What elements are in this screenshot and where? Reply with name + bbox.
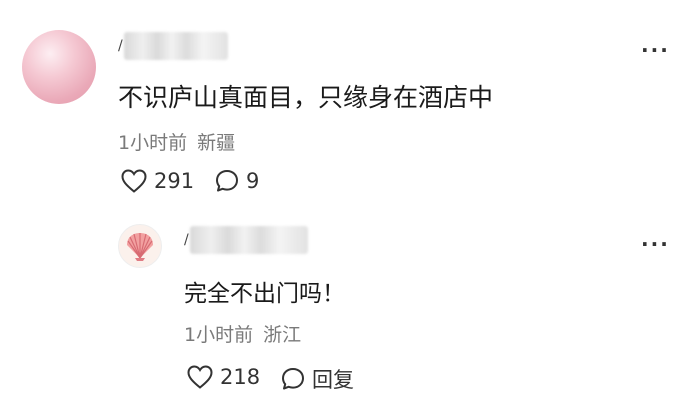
- reply-text: 完全不出门吗！: [184, 281, 345, 307]
- scallop-shell-icon: [119, 233, 161, 267]
- comment-location: 新疆: [197, 132, 236, 154]
- reply-count: 9: [246, 169, 260, 193]
- reply-button[interactable]: 回复: [280, 364, 354, 394]
- more-options-button[interactable]: ···: [641, 40, 670, 60]
- comment-text: 不识庐山真面目，只缘身在酒店中: [118, 83, 494, 112]
- reply-more-options-button[interactable]: ···: [641, 234, 670, 254]
- reply-avatar[interactable]: [118, 224, 162, 268]
- more-dots-icon: ···: [641, 38, 670, 62]
- more-dots-icon: ···: [641, 232, 670, 256]
- reply-button-label: 回复: [312, 368, 354, 392]
- reply-meta: 1小时前 浙江: [184, 320, 301, 347]
- reply-like-count: 218: [220, 365, 261, 389]
- like-button[interactable]: 291: [120, 168, 194, 194]
- reply-name-prefix: /: [184, 232, 189, 248]
- heart-outline-icon: [120, 168, 148, 194]
- reply-location: 浙江: [263, 324, 302, 346]
- reply-name-blurred[interactable]: [190, 226, 308, 254]
- reply-time: 1小时前: [184, 324, 254, 346]
- heart-outline-icon: [186, 364, 214, 390]
- comment-bubble-icon: [214, 168, 240, 194]
- commenter-avatar[interactable]: [22, 30, 96, 104]
- comment-time: 1小时前: [118, 132, 188, 154]
- commenter-name-blurred[interactable]: [124, 32, 228, 60]
- commenter-name-prefix: /: [118, 38, 123, 54]
- reply-count-button[interactable]: 9: [214, 168, 259, 194]
- like-count: 291: [154, 169, 195, 193]
- comment-meta: 1小时前 新疆: [118, 128, 235, 155]
- comment-bubble-icon: [280, 366, 306, 392]
- reply-like-button[interactable]: 218: [186, 364, 260, 390]
